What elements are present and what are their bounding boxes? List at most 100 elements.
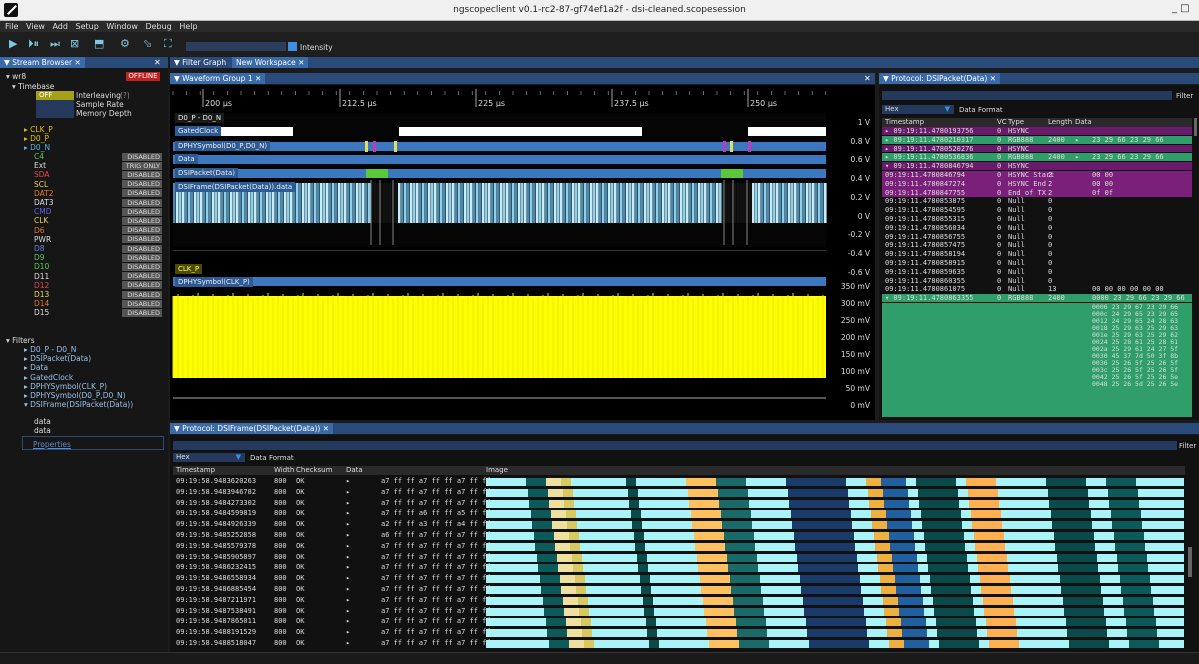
table-row[interactable]: 09:19:58.9484926339 800 OK ▸ a2 ff ff a3 ff … xyxy=(173,520,1185,530)
channel-state-badge[interactable]: DISABLED xyxy=(122,189,162,198)
channel-scl[interactable]: SCL xyxy=(34,180,48,189)
trace-label[interactable]: GatedClock xyxy=(175,126,222,136)
tab-proto-dsi[interactable]: ▼ Protocol: DSIPacket(Data) ✕ xyxy=(879,73,1001,84)
channel-state-badge[interactable]: DISABLED xyxy=(122,152,162,161)
interleaving-toggle[interactable]: OFF xyxy=(36,91,74,100)
stop-icon[interactable]: ⊠ xyxy=(70,38,79,49)
col-timestamp[interactable]: Timestamp xyxy=(885,118,924,127)
data-child-1[interactable]: data xyxy=(34,417,51,426)
channel-d6[interactable]: D6 xyxy=(34,226,45,235)
table-row[interactable]: 09:19:11.4780855315 0 Null 0 xyxy=(882,215,1192,224)
table-row[interactable]: 09:19:58.9487865011 800 OK ▸ a7 ff ff a7 ff … xyxy=(173,617,1185,627)
table-row[interactable]: 09:19:11.4780857475 0 Null 0 xyxy=(882,241,1192,250)
menu-debug[interactable]: Debug xyxy=(145,21,171,32)
filters-row[interactable]: ▾ Filters xyxy=(6,336,35,345)
proto-frame-format-select[interactable]: Hex ▼ xyxy=(173,453,245,462)
table-row[interactable]: ▸ 09:19:11.4780193756 0 HSYNC xyxy=(882,127,1192,136)
trace-label[interactable]: DPHYSymbol(CLK_P) xyxy=(175,277,253,287)
help-marker[interactable]: (?) xyxy=(120,91,130,100)
table-row[interactable]: 09:19:58.9488191529 800 OK ▸ a7 ff ff a7 ff … xyxy=(173,628,1185,638)
tab-new-workspace[interactable]: New Workspace ✕ xyxy=(232,57,309,68)
menu-window[interactable]: Window xyxy=(106,21,138,32)
channel-dat2[interactable]: DAT2 xyxy=(34,189,54,198)
trigger-icon[interactable]: ⬒ xyxy=(94,38,104,49)
table-row[interactable]: 09:19:58.9485905897 800 OK ▸ a7 ff ff a7 ff … xyxy=(173,553,1185,562)
table-row[interactable]: 09:19:58.9484273302 800 OK ▸ a7 ff ff a7 ff … xyxy=(173,499,1185,508)
filter-item[interactable]: ▾ DSIFrame(DSIPacket(Data)) xyxy=(24,400,133,409)
table-row[interactable]: ▸ 09:19:11.4780536836 0 RGB888 2400 ▸ 23 29 6… xyxy=(882,153,1192,163)
trace-label[interactable]: DPHYSymbol(D0_P,D0_N) xyxy=(175,141,271,151)
data-child-2[interactable]: data xyxy=(34,426,51,435)
channel-pwr[interactable]: PWR xyxy=(34,235,51,244)
menu-file[interactable]: File xyxy=(5,21,18,32)
menu-view[interactable]: View xyxy=(26,21,45,32)
channel-state-badge[interactable]: DISABLED xyxy=(122,170,162,179)
channel-state-badge[interactable]: DISABLED xyxy=(122,253,162,262)
channel-d9[interactable]: D9 xyxy=(34,253,45,262)
single-icon[interactable]: ⏭ xyxy=(50,38,60,49)
table-row[interactable]: 09:19:11.4780856034 0 Null 0 xyxy=(882,224,1192,233)
channel-state-badge[interactable]: DISABLED xyxy=(122,281,162,290)
channel-ext[interactable]: Ext xyxy=(34,161,46,170)
filter-item[interactable]: ▸ Data xyxy=(24,363,48,372)
col-length[interactable]: Length xyxy=(1048,118,1072,127)
channel-state-badge[interactable]: DISABLED xyxy=(122,207,162,216)
scrollbar[interactable] xyxy=(1194,118,1197,136)
table-row[interactable]: 09:19:11.4780846794 0 HSYNC Start 2 00 00 xyxy=(882,171,1192,180)
table-row[interactable]: 09:19:11.4780859635 0 Null 0 xyxy=(882,268,1192,277)
properties-link[interactable]: Properties xyxy=(33,440,71,449)
channel-state-badge[interactable]: DISABLED xyxy=(122,299,162,308)
filter-item[interactable]: ▸ GatedClock xyxy=(24,373,73,382)
trace-label[interactable]: Data xyxy=(175,154,198,164)
table-row[interactable]: 09:19:11.4780856755 0 Null 0 xyxy=(882,233,1192,242)
device-row[interactable]: ▾ wr8 xyxy=(6,72,26,81)
menu-add[interactable]: Add xyxy=(52,21,68,32)
table-row[interactable]: 09:19:58.9486232415 800 OK ▸ a7 ff ff a7 ff … xyxy=(173,563,1185,573)
table-row[interactable]: 09:19:11.4780847274 0 HSYNC End 2 00 00 xyxy=(882,179,1192,189)
channel-state-badge[interactable]: DISABLED xyxy=(122,198,162,207)
channel-cmd[interactable]: CMD xyxy=(34,207,51,216)
proto-dsi-filter-input[interactable] xyxy=(882,91,1172,100)
filter-item[interactable]: ▸ DSIPacket(Data) xyxy=(24,354,91,363)
channel-clk[interactable]: CLK xyxy=(34,216,48,225)
menu-setup[interactable]: Setup xyxy=(76,21,99,32)
filter-item[interactable]: ▸ DPHYSymbol(D0_P,D0_N) xyxy=(24,391,126,400)
table-row[interactable]: 09:19:58.9486558934 800 OK ▸ a7 ff ff a7 ff … xyxy=(173,574,1185,584)
channel-d0-p[interactable]: ▸ D0_P xyxy=(24,134,49,143)
table-row[interactable]: 09:19:58.9485252858 800 OK ▸ a6 ff ff a7 ff … xyxy=(173,531,1185,540)
channel-d13[interactable]: D13 xyxy=(34,290,49,299)
channel-d0-n[interactable]: ▸ D0_N xyxy=(24,143,50,152)
graph-icon[interactable]: ⬂ xyxy=(143,38,152,49)
trace-label[interactable]: DSIPacket(Data) xyxy=(175,168,238,178)
channel-state-badge[interactable]: TRIG ONLY xyxy=(122,161,162,170)
trace-label[interactable]: D0_P - D0_N xyxy=(175,113,225,123)
table-row[interactable]: 09:19:58.9486885454 800 OK ▸ a7 ff ff a7 ff … xyxy=(173,585,1185,594)
menu-help[interactable]: Help xyxy=(179,21,197,32)
tab-waveform-group[interactable]: ▼ Waveform Group 1 ✕ xyxy=(170,73,266,84)
col-data[interactable]: Data xyxy=(346,466,363,475)
channel-dat3[interactable]: DAT3 xyxy=(34,198,54,207)
col-vc[interactable]: VC xyxy=(997,118,1007,127)
close-icon[interactable]: ✕ xyxy=(154,57,161,68)
col-data[interactable]: Data xyxy=(1075,118,1092,127)
tab-filter-graph[interactable]: ▼ Filter Graph xyxy=(170,57,231,68)
col-width[interactable]: Width xyxy=(274,466,294,475)
scrollbar[interactable] xyxy=(1188,547,1192,577)
col-image[interactable]: Image xyxy=(486,466,508,475)
table-row[interactable]: 09:19:11.4780860355 0 Null 0 xyxy=(882,277,1192,286)
memory-depth-field[interactable] xyxy=(36,109,74,118)
channel-d15[interactable]: D15 xyxy=(34,308,49,317)
channel-state-badge[interactable]: DISABLED xyxy=(122,226,162,235)
trace-label[interactable]: CLK_P xyxy=(175,264,203,274)
channel-d12[interactable]: D12 xyxy=(34,281,49,290)
table-row[interactable]: 09:19:58.9487538491 800 OK ▸ a7 ff ff a7 ff … xyxy=(173,607,1185,616)
waveform-area[interactable]: 200 µs 212.5 µs 225 µs 237.5 µs 250 µs 1 V 0.… xyxy=(170,85,875,420)
fullscreen-icon[interactable]: ⛶ xyxy=(164,38,172,49)
channel-c4[interactable]: C4 xyxy=(34,152,44,161)
table-row[interactable]: ▾ 09:19:11.4780863355 0 RGB888 2400 0000 23 … xyxy=(882,294,1192,303)
table-row[interactable]: ▸ 09:19:11.4780210317 0 RGB888 2400 ▸ 23 29 6… xyxy=(882,135,1192,145)
window-controls[interactable]: _ □ xyxy=(1172,3,1190,14)
table-row[interactable]: ▸ 09:19:11.4780520276 0 HSYNC xyxy=(882,144,1192,154)
channel-state-badge[interactable]: DISABLED xyxy=(122,308,162,317)
channel-state-badge[interactable]: DISABLED xyxy=(122,180,162,189)
